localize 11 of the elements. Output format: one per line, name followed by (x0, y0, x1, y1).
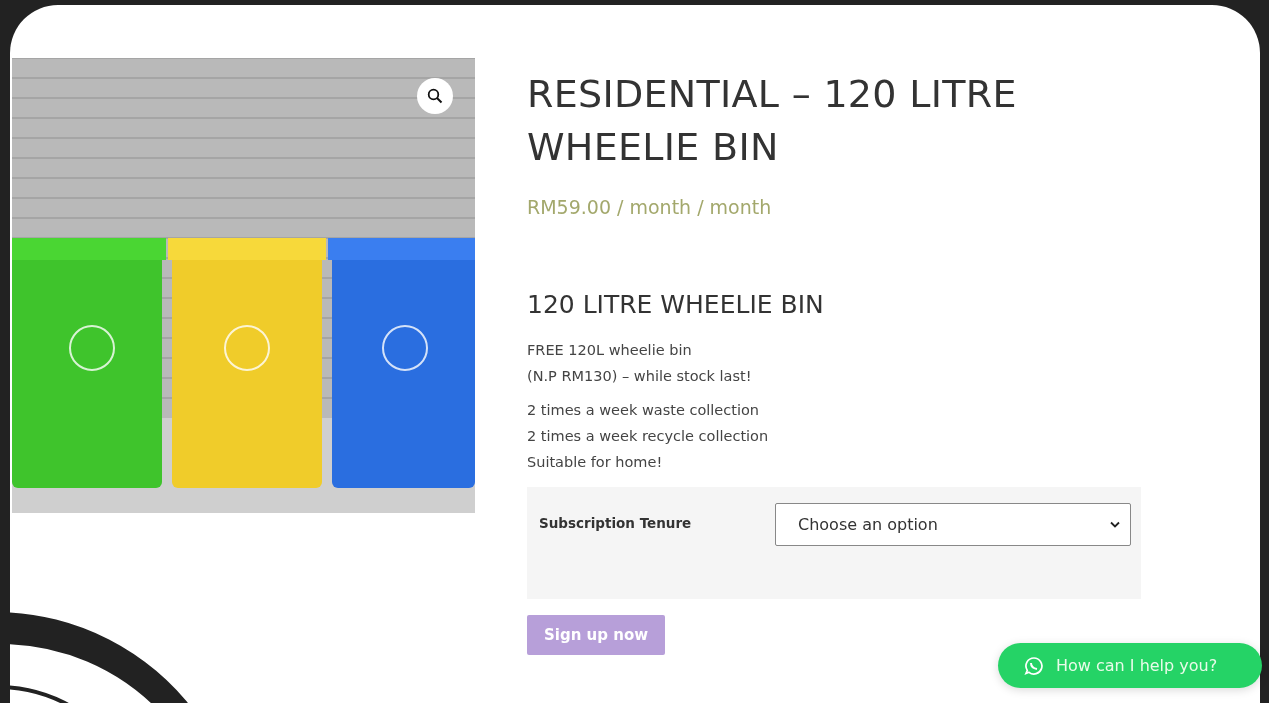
description-paragraph: FREE 120L wheelie bin (N.P RM130) – while stock last! (527, 341, 753, 386)
tenure-dropdown[interactable]: Choose an option (775, 503, 1131, 546)
chat-button[interactable]: How can I help you? (998, 643, 1262, 688)
product-price: RM59.00 / month / month (527, 196, 773, 218)
chevron-down-icon (1110, 521, 1120, 528)
description-heading: 120 LITRE WHEELIE BIN (527, 290, 825, 319)
chat-bubble-icon (1024, 655, 1044, 676)
product-title: RESIDENTIAL – 120 LITRE WHEELIE BIN (527, 71, 1018, 171)
search-icon (427, 88, 443, 104)
variation-label: Subscription Tenure (539, 515, 693, 531)
description-paragraph: 2 times a week waste collection 2 times a week recycle collection Suitable for home! (527, 401, 770, 472)
